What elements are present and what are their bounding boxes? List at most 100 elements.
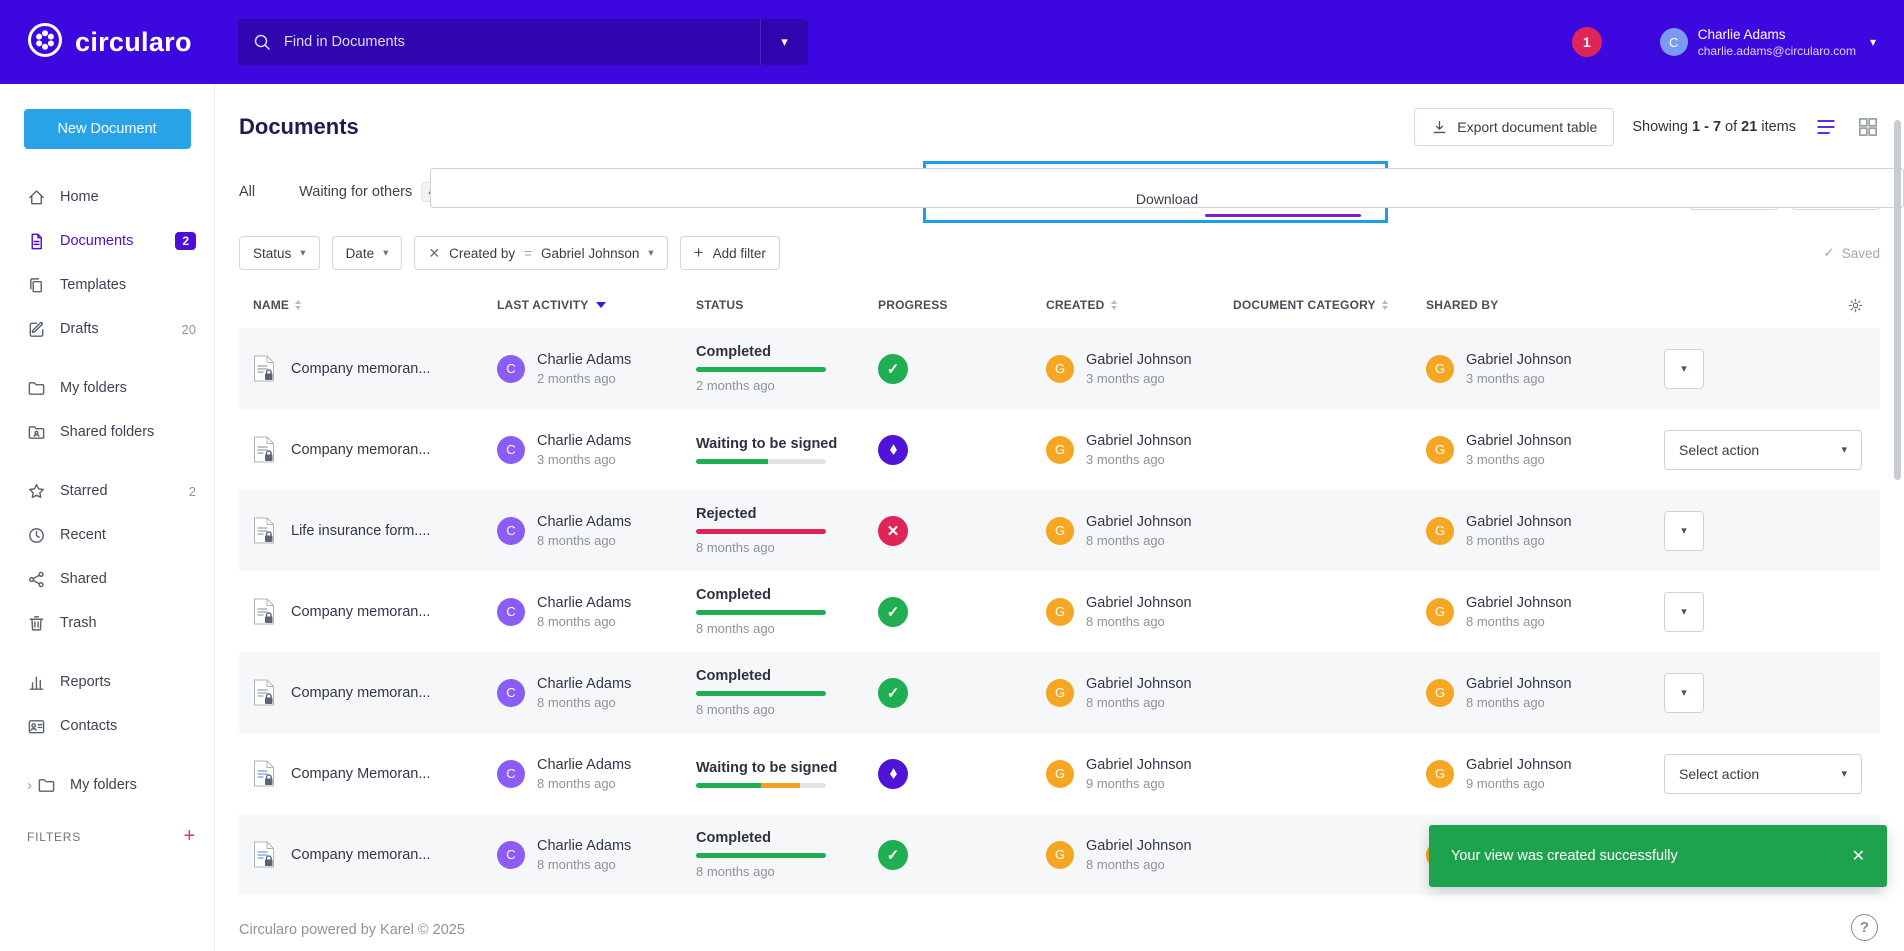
sidebar-item-home[interactable]: Home (0, 175, 214, 219)
column-header-name[interactable]: NAME (239, 298, 483, 312)
document-category-cell (1219, 610, 1412, 613)
document-name[interactable]: Company memoran... (291, 604, 430, 620)
progress-signature-pen-icon (878, 435, 908, 465)
status-cell: Completed8 months ago (682, 587, 864, 636)
document-name[interactable]: Company memoran... (291, 442, 430, 458)
new-document-button[interactable]: New Document (24, 109, 191, 149)
created-by-filter-chip[interactable]: ✕ Created by = Gabriel Johnson ▾ (414, 236, 667, 270)
tab-waiting-for-others[interactable]: Waiting for others44 (299, 176, 448, 208)
action-select-button[interactable]: Select action▾ (1664, 430, 1862, 470)
topbar: circularo ▾ 1 C Charlie Adams charlie.ad… (0, 0, 1904, 84)
global-search[interactable]: ▾ (238, 19, 808, 65)
sidebar-item-shared-folders[interactable]: Shared folders (0, 410, 214, 454)
status-cell: Rejected8 months ago (682, 506, 864, 555)
home-icon (27, 188, 46, 207)
sidebar-item-label: Trash (60, 615, 196, 631)
page-title: Documents (239, 114, 359, 140)
document-category-cell (1219, 448, 1412, 451)
document-name-cell: Company memoran... (239, 679, 483, 706)
document-name[interactable]: Company memoran... (291, 847, 430, 863)
chevron-right-icon[interactable]: › (27, 777, 32, 794)
action-cell: Download▾ (1650, 673, 1880, 713)
column-header-last-activity[interactable]: LAST ACTIVITY (483, 298, 682, 312)
action-button[interactable]: Download (430, 168, 1904, 208)
action-dropdown-button[interactable]: ▾ (1664, 673, 1704, 713)
filter-field: Created by (449, 246, 515, 261)
app-logo[interactable]: circularo (0, 21, 215, 64)
sort-icon[interactable] (295, 300, 301, 310)
sidebar-item-documents[interactable]: Documents2 (0, 219, 214, 263)
sidebar-item-templates[interactable]: Templates (0, 263, 214, 307)
user-menu[interactable]: C Charlie Adams charlie.adams@circularo.… (1660, 27, 1876, 58)
progress-bar (696, 691, 826, 696)
created-cell: GGabriel Johnson9 months ago (1032, 757, 1219, 791)
toast-close-icon[interactable]: ✕ (1852, 846, 1865, 866)
gear-icon[interactable] (1847, 297, 1864, 314)
action-cell: Download▾ (1650, 349, 1880, 389)
toast-notification: Your view was created successfully ✕ (1429, 825, 1887, 887)
document-name[interactable]: Company memoran... (291, 361, 430, 377)
grid-view-icon[interactable] (1856, 115, 1880, 139)
shared-by-time: 8 months ago (1466, 695, 1572, 710)
action-split-button: New request▾ (1664, 511, 1862, 551)
sort-icon[interactable] (1382, 300, 1388, 310)
progress-completed-check-icon: ✓ (878, 354, 908, 384)
tab-all[interactable]: All (239, 178, 255, 206)
showing-count: Showing 1 - 7 of 21 items (1632, 119, 1796, 135)
sidebar-item-my-folders[interactable]: ›My folders (0, 763, 214, 807)
document-name[interactable]: Company memoran... (291, 685, 430, 701)
export-button[interactable]: Export document table (1414, 108, 1614, 146)
sidebar-item-starred[interactable]: Starred2 (0, 469, 214, 513)
sidebar-item-drafts[interactable]: Drafts20 (0, 307, 214, 351)
shared-by-cell: GGabriel Johnson8 months ago (1412, 514, 1650, 548)
table-body: Company memoran...CCharlie Adams2 months… (239, 328, 1880, 895)
add-sidebar-filter-icon[interactable]: + (184, 825, 196, 848)
sort-icon[interactable] (1111, 300, 1117, 310)
action-dropdown-button[interactable]: ▾ (1664, 349, 1704, 389)
search-input[interactable] (272, 34, 760, 50)
sort-desc-icon[interactable] (596, 302, 606, 308)
sidebar-item-contacts[interactable]: Contacts (0, 704, 214, 748)
clock-icon (27, 526, 46, 545)
column-header-created[interactable]: CREATED (1032, 298, 1219, 312)
showing-range: 1 - 7 (1692, 119, 1721, 135)
help-button[interactable]: ? (1851, 914, 1878, 941)
action-select-button[interactable]: Select action▾ (1664, 754, 1862, 794)
filters-label: FILTERS (27, 830, 81, 844)
search-scope-dropdown[interactable]: ▾ (760, 19, 808, 65)
contacts-icon (27, 717, 46, 736)
column-header-status[interactable]: STATUS (682, 298, 864, 312)
saved-indicator: ✓ Saved (1823, 245, 1880, 261)
action-cell: Select action▾ (1650, 430, 1880, 470)
action-dropdown-button[interactable]: ▾ (1664, 511, 1704, 551)
created-text: Gabriel Johnson8 months ago (1086, 676, 1192, 710)
document-name[interactable]: Company Memoran... (291, 766, 430, 782)
filter-bar: Status ▾ Date ▾ ✕ Created by = Gabriel J… (239, 236, 1880, 270)
document-name[interactable]: Life insurance form.... (291, 523, 430, 539)
action-dropdown-button[interactable]: ▾ (1664, 592, 1704, 632)
list-view-icon[interactable] (1814, 115, 1838, 139)
status-label: Rejected (696, 506, 756, 522)
column-header-shared-by[interactable]: SHARED BY (1412, 298, 1650, 312)
table-row: Company Memoran...CCharlie Adams8 months… (239, 733, 1880, 814)
sidebar-item-trash[interactable]: Trash (0, 601, 214, 645)
sidebar-item-recent[interactable]: Recent (0, 513, 214, 557)
chevron-down-icon[interactable]: ▾ (1870, 35, 1876, 49)
column-header-progress[interactable]: PROGRESS (864, 298, 1032, 312)
remove-filter-icon[interactable]: ✕ (428, 245, 440, 262)
created-text: Gabriel Johnson9 months ago (1086, 757, 1192, 791)
status-filter-label: Status (253, 246, 291, 261)
column-header-document-category[interactable]: DOCUMENT CATEGORY (1219, 298, 1412, 312)
sidebar-item-reports[interactable]: Reports (0, 660, 214, 704)
progress-bar (696, 459, 826, 464)
vertical-scrollbar[interactable] (1894, 120, 1901, 480)
status-filter-dropdown[interactable]: Status ▾ (239, 236, 320, 270)
sidebar-item-label: Documents (60, 233, 161, 249)
notification-badge[interactable]: 1 (1572, 27, 1602, 57)
page-header-actions: Export document table Showing 1 - 7 of 2… (1414, 108, 1880, 146)
status-cell: Waiting to be signed (682, 436, 864, 464)
add-filter-button[interactable]: + Add filter (680, 236, 780, 270)
sidebar-item-shared[interactable]: Shared (0, 557, 214, 601)
date-filter-dropdown[interactable]: Date ▾ (332, 236, 403, 270)
sidebar-item-my-folders[interactable]: My folders (0, 366, 214, 410)
